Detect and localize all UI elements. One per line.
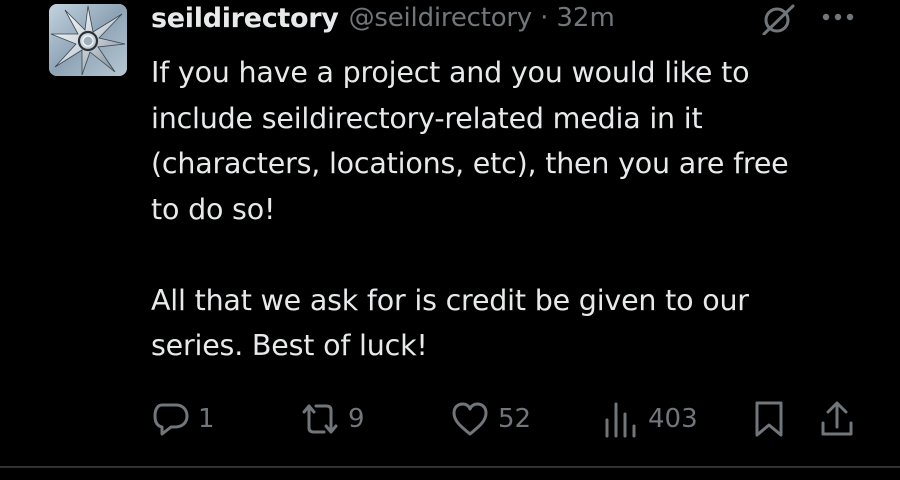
reply-count: 1	[198, 404, 215, 434]
display-name[interactable]: seildirectory	[151, 3, 339, 34]
post-text: If you have a project and you would like…	[151, 50, 871, 369]
share-button[interactable]	[818, 396, 856, 442]
grok-icon[interactable]	[759, 3, 797, 36]
repost-count: 9	[348, 404, 365, 434]
bookmark-button[interactable]	[752, 396, 786, 442]
avatar[interactable]	[49, 4, 127, 76]
avatar-star-image	[49, 4, 127, 76]
more-icon[interactable]	[820, 6, 860, 28]
repost-button[interactable]: 9	[298, 396, 365, 442]
like-icon	[452, 402, 488, 436]
reply-button[interactable]: 1	[152, 396, 215, 442]
post-paragraph: All that we ask for is credit be given t…	[151, 283, 749, 363]
post-actions: 1 9 52 403	[150, 396, 870, 446]
views-icon	[605, 402, 636, 438]
separator-dot: ·	[540, 3, 549, 33]
post-timestamp[interactable]: 32m	[556, 3, 614, 33]
share-icon	[821, 401, 853, 436]
repost-icon	[302, 404, 338, 434]
post-divider	[0, 466, 900, 468]
like-button[interactable]: 52	[450, 396, 531, 442]
bookmark-icon	[755, 401, 783, 437]
reply-icon	[153, 403, 189, 436]
user-handle[interactable]: @seildirectory	[349, 3, 533, 33]
like-count: 52	[498, 404, 532, 434]
post[interactable]: seildirectory @seildirectory · 32m If yo…	[0, 0, 900, 470]
post-paragraph: If you have a project and you would like…	[151, 56, 789, 226]
views-count: 403	[648, 404, 698, 434]
views-button[interactable]: 403	[602, 396, 698, 442]
post-header: seildirectory @seildirectory · 32m	[151, 0, 615, 36]
